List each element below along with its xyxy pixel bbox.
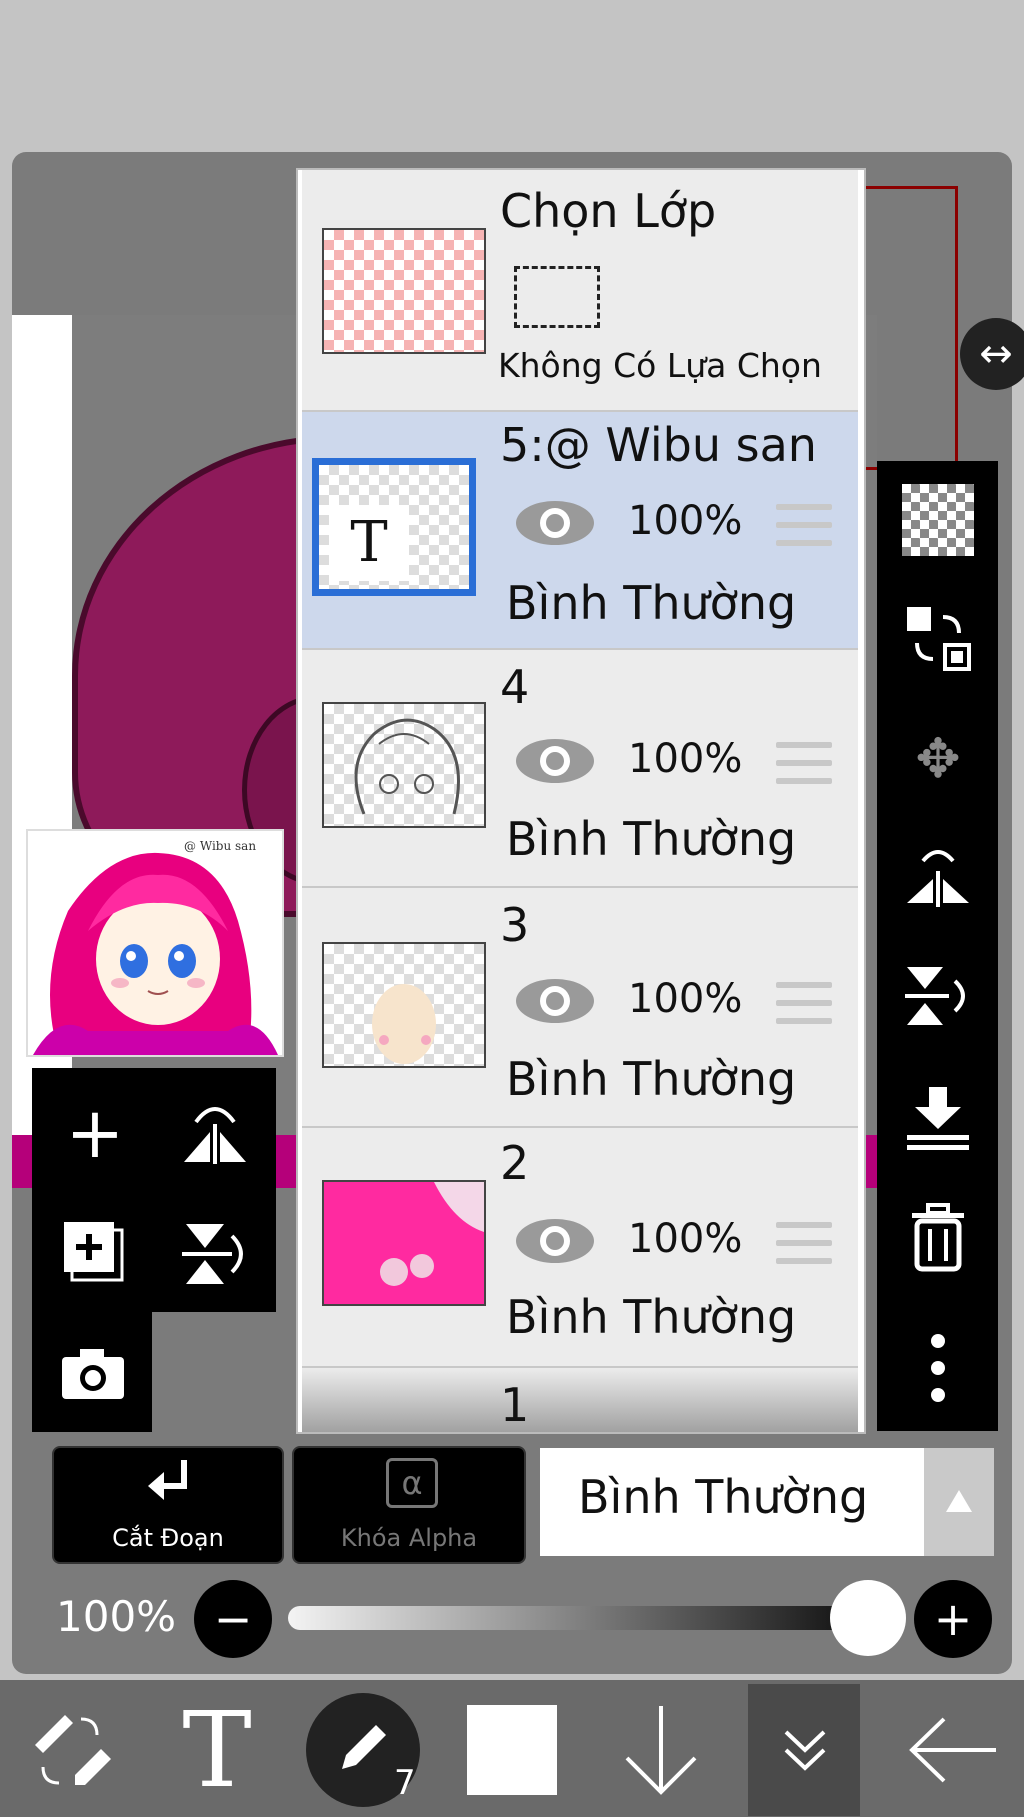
selection-layer-title: Chọn Lớp <box>500 184 717 238</box>
drag-handle-icon[interactable] <box>776 504 832 548</box>
layer-thumbnail <box>322 942 486 1068</box>
layers-button[interactable] <box>748 1684 860 1816</box>
more-icon[interactable] <box>901 1331 975 1405</box>
alpha-lock-label: Khóa Alpha <box>340 1524 478 1552</box>
opacity-slider-knob[interactable] <box>830 1580 906 1656</box>
layer-row[interactable]: 2 100% Bình Thường <box>302 1128 858 1368</box>
layer-opacity: 100% <box>628 1216 743 1262</box>
color-swatch-fill <box>467 1705 557 1795</box>
alpha-lock-button[interactable]: α Khóa Alpha <box>292 1446 526 1564</box>
selection-frame <box>855 186 958 470</box>
move-icon[interactable]: ✥ <box>901 721 975 795</box>
pen-icon: 7 <box>306 1693 420 1807</box>
layer-thumbnail <box>322 1180 486 1306</box>
visibility-eye-icon[interactable] <box>514 736 596 786</box>
clipping-label: Cắt Đoạn <box>112 1524 224 1552</box>
resize-handle-icon[interactable]: ↔ <box>960 318 1024 390</box>
flip-h-rotate-icon[interactable] <box>180 1098 250 1168</box>
character-preview-image <box>33 852 278 1055</box>
layer-row[interactable]: 1 <box>302 1368 858 1432</box>
layer-opacity: 100% <box>628 736 743 782</box>
layer-opacity: 100% <box>628 976 743 1022</box>
blend-mode-select[interactable]: Bình Thường <box>540 1448 924 1556</box>
layer-thumbnail <box>322 702 486 828</box>
layer-row[interactable]: 3 100% Bình Thường <box>302 888 858 1128</box>
trash-icon[interactable] <box>901 1201 975 1275</box>
layer-name: 2 <box>500 1136 530 1190</box>
arrow-down-icon[interactable] <box>616 1690 706 1810</box>
layer-blend-mode: Bình Thường <box>506 1052 797 1106</box>
triangle-up-icon <box>946 1490 972 1512</box>
text-tool-icon[interactable]: T <box>172 1689 262 1811</box>
canvas-preview[interactable]: @ Wibu san <box>26 829 284 1057</box>
checker-icon[interactable] <box>901 483 975 557</box>
drag-handle-icon[interactable] <box>776 1222 832 1266</box>
flip-v-rotate-icon[interactable] <box>180 1218 250 1288</box>
layer-toolbar: ✥ <box>877 461 998 1431</box>
selection-status: Không Có Lựa Chọn <box>498 346 822 385</box>
add-layer-icon[interactable]: + <box>60 1092 130 1174</box>
opacity-label: 100% <box>56 1592 177 1641</box>
opacity-slider[interactable] <box>288 1606 856 1630</box>
alpha-lock-icon: α <box>386 1458 438 1508</box>
left-toolbar-camera <box>32 1312 152 1432</box>
clipping-button[interactable]: Cắt Đoạn <box>52 1446 284 1564</box>
skin-thumbnail-icon <box>372 984 436 1064</box>
layer-blend-mode: Bình Thường <box>506 812 797 866</box>
layer-list: Chọn Lớp Không Có Lựa Chọn T 5:@ Wibu sa… <box>296 168 866 1434</box>
swap-layers-icon[interactable] <box>901 601 975 675</box>
layer-blend-mode: Bình Thường <box>506 576 797 630</box>
brush-tool-button[interactable]: 7 <box>306 1690 420 1810</box>
opacity-decrease-button[interactable]: − <box>194 1580 272 1658</box>
canvas-edge <box>12 315 72 1188</box>
duplicate-layer-icon[interactable] <box>60 1218 130 1288</box>
flip-horizontal-icon[interactable] <box>901 839 975 913</box>
back-arrow-icon[interactable] <box>904 1690 1004 1810</box>
layer-opacity: 100% <box>628 498 743 544</box>
flip-vertical-icon[interactable] <box>901 959 975 1033</box>
selection-layer-row[interactable]: Chọn Lớp Không Có Lựa Chọn <box>302 170 858 412</box>
layer-name: 5:@ Wibu san <box>500 418 817 472</box>
blend-mode-value: Bình Thường <box>578 1470 869 1524</box>
layer-blend-mode: Bình Thường <box>506 1290 797 1344</box>
layer-name: 3 <box>500 898 530 952</box>
visibility-eye-icon[interactable] <box>514 1216 596 1266</box>
hair-thumbnail-icon <box>324 1182 484 1304</box>
blend-mode-dropdown-button[interactable] <box>924 1448 994 1556</box>
camera-icon[interactable] <box>58 1338 128 1408</box>
opacity-increase-button[interactable]: + <box>914 1580 992 1658</box>
layer-thumbnail: T <box>312 458 476 596</box>
double-chevron-down-icon <box>784 1730 826 1771</box>
brush-size: 7 <box>394 1763 416 1803</box>
visibility-eye-icon[interactable] <box>514 976 596 1026</box>
layer-name: 1 <box>500 1378 530 1432</box>
drag-handle-icon[interactable] <box>776 742 832 786</box>
layer-name: 4 <box>500 660 530 714</box>
tool-switch-icon[interactable] <box>20 1690 120 1810</box>
lineart-thumbnail-icon <box>354 718 460 815</box>
visibility-eye-icon[interactable] <box>514 498 596 548</box>
merge-down-icon[interactable] <box>901 1081 975 1155</box>
clipping-arrow-icon <box>148 1460 187 1500</box>
left-toolbar: + <box>32 1068 276 1312</box>
layer-row[interactable]: T 5:@ Wibu san 100% Bình Thường <box>302 412 858 650</box>
text-layer-icon: T <box>329 505 409 581</box>
selection-marquee-icon <box>514 266 600 328</box>
color-swatch[interactable] <box>466 1690 558 1810</box>
selection-layer-thumbnail <box>322 228 486 354</box>
top-bar-area <box>0 0 1024 152</box>
drag-handle-icon[interactable] <box>776 982 832 1026</box>
layer-row[interactable]: 4 100% Bình Thường <box>302 650 858 888</box>
